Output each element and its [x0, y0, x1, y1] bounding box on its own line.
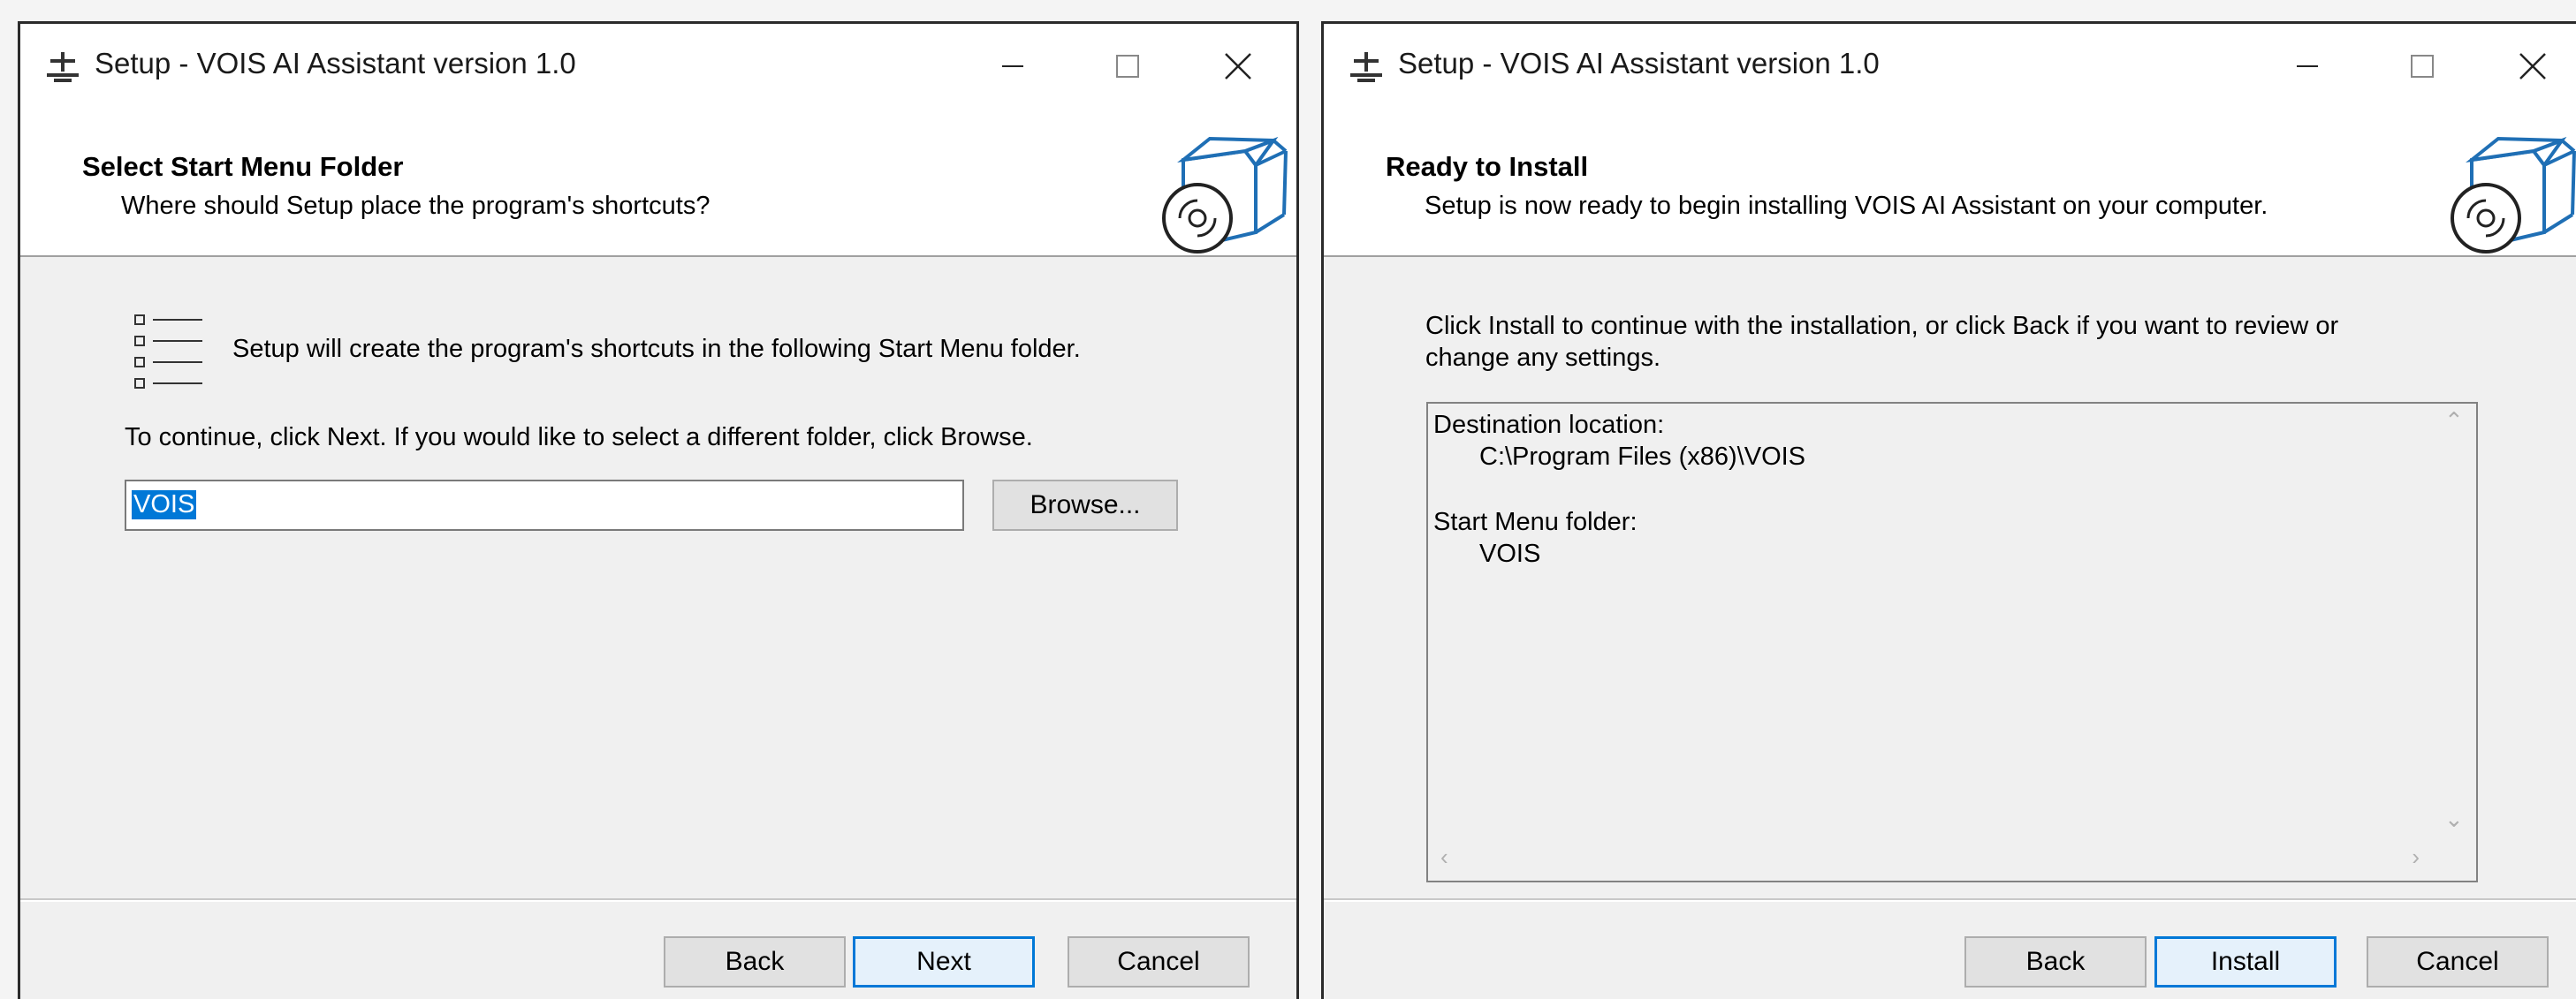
destination-label: Destination location: [1433, 411, 1665, 439]
start-menu-folder-input[interactable]: VOIS [125, 480, 964, 531]
close-icon[interactable] [2508, 43, 2557, 89]
page-subtitle: Where should Setup place the program's s… [121, 192, 710, 220]
setup-window-ready-to-install: Setup - VOIS AI Assistant version 1.0 Re… [1321, 21, 2576, 999]
list-icon [134, 314, 202, 389]
install-box-icon [2451, 136, 2576, 254]
minimize-icon[interactable] [2283, 43, 2332, 89]
window-title: Setup - VOIS AI Assistant version 1.0 [95, 47, 576, 79]
info-text: Setup will create the program's shortcut… [232, 335, 1081, 363]
cancel-button[interactable]: Cancel [2367, 936, 2549, 988]
setup-app-icon [1350, 52, 1382, 82]
page-title: Ready to Install [1386, 151, 1589, 182]
ready-memo[interactable]: Destination location: C:\Program Files (… [1426, 402, 2478, 882]
setup-app-icon [47, 52, 79, 82]
footer-divider-highlight [20, 900, 1296, 902]
folder-input-value: VOIS [132, 490, 197, 519]
maximize-icon[interactable] [2397, 43, 2447, 89]
start-menu-value: VOIS [1479, 540, 1541, 568]
page-subtitle: Setup is now ready to begin installing V… [1425, 192, 2268, 220]
minimize-icon[interactable] [988, 43, 1037, 89]
title-bar[interactable]: Setup - VOIS AI Assistant version 1.0 [20, 24, 1296, 110]
wizard-header: Ready to Install Setup is now ready to b… [1324, 110, 2576, 257]
install-box-icon [1162, 136, 1288, 254]
wizard-content: Setup will create the program's shortcut… [20, 257, 1296, 902]
continue-text: To continue, click Next. If you would li… [125, 423, 1033, 451]
back-button[interactable]: Back [1964, 936, 2147, 988]
close-icon[interactable] [1213, 43, 1263, 89]
wizard-header: Select Start Menu Folder Where should Se… [20, 110, 1296, 257]
maximize-icon[interactable] [1103, 43, 1152, 89]
instruction-line-2: change any settings. [1425, 344, 1661, 372]
cancel-button[interactable]: Cancel [1068, 936, 1250, 988]
scroll-left-icon[interactable]: ‹ [1440, 844, 1448, 871]
back-button[interactable]: Back [664, 936, 846, 988]
destination-value: C:\Program Files (x86)\VOIS [1479, 443, 1806, 471]
page-title: Select Start Menu Folder [82, 151, 404, 182]
scroll-up-icon[interactable]: ⌃ [2444, 407, 2464, 435]
start-menu-label: Start Menu folder: [1433, 508, 1638, 536]
horizontal-scrollbar[interactable]: ‹ › [1428, 836, 2432, 881]
vertical-scrollbar[interactable]: ⌃ ⌄ [2432, 404, 2476, 836]
footer-divider-highlight [1324, 900, 2576, 902]
title-bar[interactable]: Setup - VOIS AI Assistant version 1.0 [1324, 24, 2576, 110]
setup-window-start-menu: Setup - VOIS AI Assistant version 1.0 Se… [18, 21, 1299, 999]
window-title: Setup - VOIS AI Assistant version 1.0 [1398, 47, 1880, 79]
scroll-right-icon[interactable]: › [2412, 844, 2420, 871]
install-button[interactable]: Install [2154, 936, 2337, 988]
next-button[interactable]: Next [853, 936, 1035, 988]
instruction-line-1: Click Install to continue with the insta… [1425, 312, 2339, 340]
wizard-content: Click Install to continue with the insta… [1324, 257, 2576, 902]
browse-button[interactable]: Browse... [992, 480, 1178, 531]
scroll-down-icon[interactable]: ⌄ [2444, 806, 2464, 833]
